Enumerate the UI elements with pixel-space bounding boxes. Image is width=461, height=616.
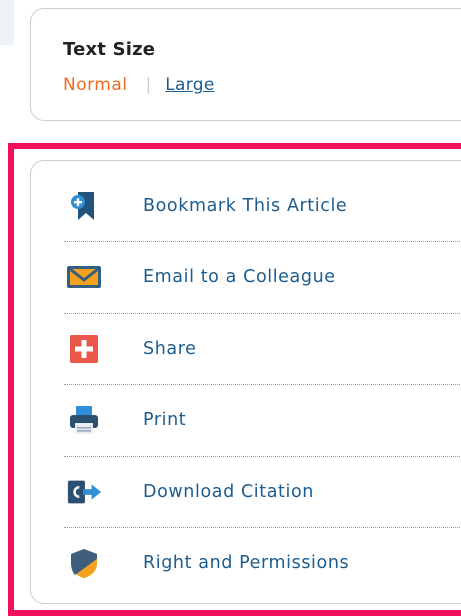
- email-icon: [66, 259, 102, 295]
- text-size-separator: |: [145, 75, 152, 95]
- tool-email-colleague[interactable]: Email to a Colleague: [66, 242, 461, 312]
- article-tools-panel: Text Size Normal | Large Bookmark This A…: [0, 0, 461, 616]
- tool-rights-permissions[interactable]: Right and Permissions: [66, 528, 461, 598]
- print-icon: [66, 402, 102, 438]
- tool-share-label: Share: [143, 339, 197, 359]
- tool-bookmark-article[interactable]: Bookmark This Article: [66, 171, 461, 241]
- text-size-box: Text Size Normal | Large: [30, 8, 461, 121]
- tool-bookmark-label: Bookmark This Article: [143, 196, 348, 216]
- share-icon: [66, 331, 102, 367]
- tool-download-citation-label: Download Citation: [143, 482, 314, 502]
- tool-download-citation[interactable]: Download Citation: [66, 457, 461, 527]
- text-size-title: Text Size: [63, 39, 156, 60]
- download-citation-icon: [66, 474, 102, 510]
- permissions-shield-icon: [66, 545, 102, 581]
- text-size-normal[interactable]: Normal: [63, 75, 128, 95]
- left-edge-strip: [0, 0, 14, 45]
- text-size-large-link[interactable]: Large: [165, 75, 214, 95]
- tool-email-label: Email to a Colleague: [143, 267, 336, 287]
- bookmark-icon: [66, 188, 102, 224]
- tool-print-label: Print: [143, 410, 187, 430]
- tool-share[interactable]: Share: [66, 314, 461, 384]
- tool-print[interactable]: Print: [66, 385, 461, 455]
- text-size-options: Normal | Large: [63, 75, 215, 95]
- tool-rights-permissions-label: Right and Permissions: [143, 553, 350, 573]
- article-tools-box: Bookmark This Article Email to a Colleag…: [30, 160, 461, 604]
